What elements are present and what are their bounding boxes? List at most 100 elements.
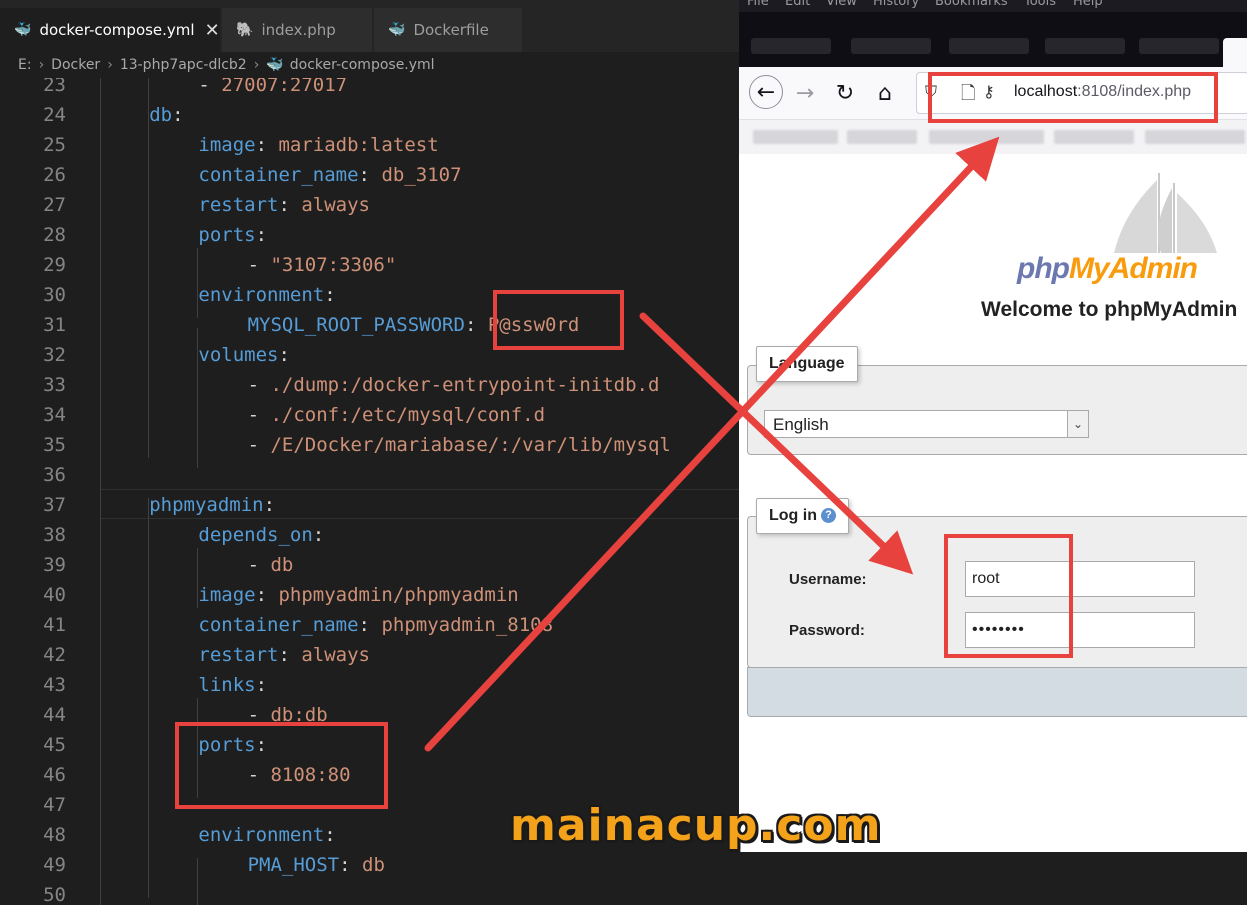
code-text: PMA_HOST: db (248, 850, 385, 880)
browser-tab[interactable] (949, 38, 1029, 54)
code-line[interactable]: 38 depends_on: (0, 520, 739, 550)
code-line[interactable]: 24 db: (0, 100, 739, 130)
yaml-key: restart (198, 644, 279, 666)
menu-edit[interactable]: Edit (785, 0, 810, 9)
code-text: links: (198, 670, 267, 700)
menu-file[interactable]: File (747, 0, 769, 9)
highlight-ports (175, 722, 388, 809)
home-button[interactable]: ⌂ (871, 79, 899, 107)
yaml-punct: : (255, 134, 279, 156)
tab-docker-compose[interactable]: 🐳 docker-compose.yml ✕ (0, 8, 220, 52)
breadcrumb-item[interactable]: 13-php7apc-dlcb2 (120, 57, 247, 73)
browser-tab[interactable] (1139, 38, 1219, 54)
code-text: container_name: db_3107 (198, 160, 461, 190)
code-line[interactable]: 30 environment: (0, 280, 739, 310)
docker-icon: 🐳 (14, 22, 32, 38)
line-number: 45 (43, 734, 66, 756)
line-number: 40 (43, 584, 66, 606)
watermark: mainacup.com (510, 800, 882, 851)
code-line[interactable]: 50 (0, 880, 739, 905)
yaml-key: image (198, 584, 256, 606)
line-number: 33 (43, 374, 66, 396)
chevron-down-icon[interactable]: ⌄ (1067, 411, 1088, 437)
yaml-key: PMA_HOST (247, 854, 340, 876)
breadcrumb-item[interactable]: E: (18, 57, 32, 73)
bookmark-item[interactable] (929, 130, 1044, 144)
yaml-punct: : (358, 614, 382, 636)
breadcrumb-item[interactable]: docker-compose.yml (290, 57, 435, 73)
code-line[interactable]: 31 MYSQL_ROOT_PASSWORD: P@ssw0rd (0, 310, 739, 340)
bookmark-item[interactable] (1145, 130, 1245, 144)
browser-tab[interactable] (751, 38, 831, 54)
menu-bookmarks[interactable]: Bookmarks (935, 0, 1008, 9)
bookmark-item[interactable] (847, 130, 917, 144)
docker-icon: 🐳 (388, 22, 406, 38)
yaml-key: MYSQL_ROOT_PASSWORD (247, 314, 465, 336)
menu-view[interactable]: View (826, 0, 857, 9)
line-number: 44 (43, 704, 66, 726)
code-line[interactable]: 32 volumes: (0, 340, 739, 370)
line-number: 48 (43, 824, 66, 846)
yaml-punct: - (247, 374, 271, 396)
code-line[interactable]: 29 - "3107:3306" (0, 250, 739, 280)
line-number: 30 (43, 284, 66, 306)
code-line[interactable]: 49 PMA_HOST: db (0, 850, 739, 880)
code-line[interactable]: 41 container_name: phpmyadmin_8108 (0, 610, 739, 640)
yaml-key: db (149, 104, 173, 126)
code-line[interactable]: 25 image: mariadb:latest (0, 130, 739, 160)
tab-label: Dockerfile (413, 21, 489, 39)
indent-guide (197, 858, 198, 905)
line-number: 46 (43, 764, 66, 786)
browser-tab[interactable] (851, 38, 931, 54)
code-line[interactable]: 39 - db (0, 550, 739, 580)
bookmark-item[interactable] (1054, 130, 1134, 144)
language-select[interactable]: English ⌄ (764, 410, 1089, 438)
code-line[interactable]: 26 container_name: db_3107 (0, 160, 739, 190)
code-line[interactable]: 37 phpmyadmin: (0, 490, 739, 520)
breadcrumb-item[interactable]: Docker (51, 57, 100, 73)
code-line[interactable]: 35 - /E/Docker/mariabase/:/var/lib/mysql (0, 430, 739, 460)
yaml-key: links (198, 674, 256, 696)
code-line[interactable]: 43 links: (0, 670, 739, 700)
code-line[interactable]: 33 - ./dump:/docker-entrypoint-initdb.d (0, 370, 739, 400)
line-number: 31 (43, 314, 66, 336)
highlight-credentials (944, 534, 1073, 658)
chevron-right-icon: › (38, 57, 45, 73)
code-line[interactable]: 23 - 27007:27017 (0, 78, 739, 100)
yaml-punct: : (172, 104, 184, 126)
bookmark-item[interactable] (753, 130, 838, 144)
tab-index-php[interactable]: 🐘 index.php (222, 8, 372, 52)
line-number: 36 (43, 464, 66, 486)
code-line[interactable]: 28 ports: (0, 220, 739, 250)
page-title: Welcome to phpMyAdmin (981, 298, 1238, 321)
login-legend: Log in? (756, 498, 849, 534)
menu-tools[interactable]: Tools (1024, 0, 1056, 9)
yaml-punct: - (247, 404, 271, 426)
reload-button[interactable]: ↻ (831, 79, 859, 107)
yaml-value: db_3107 (381, 164, 462, 186)
indent-guide (197, 328, 198, 468)
line-number: 29 (43, 254, 66, 276)
code-line[interactable]: 27 restart: always (0, 190, 739, 220)
tab-dockerfile[interactable]: 🐳 Dockerfile (374, 8, 522, 52)
indent-guide (197, 248, 198, 318)
close-icon[interactable]: ✕ (205, 20, 220, 41)
menu-history[interactable]: History (873, 0, 919, 9)
yaml-punct: - (247, 254, 271, 276)
forward-button[interactable]: → (791, 79, 819, 107)
editor-tab-bar: 🐳 docker-compose.yml ✕ 🐘 index.php 🐳 Doc… (0, 0, 739, 52)
code-line[interactable]: 42 restart: always (0, 640, 739, 670)
code-line[interactable]: 40 image: phpmyadmin/phpmyadmin (0, 580, 739, 610)
code-text: phpmyadmin: (149, 490, 275, 520)
code-text: - db (248, 550, 294, 580)
code-text: depends_on: (198, 520, 324, 550)
code-text: image: phpmyadmin/phpmyadmin (198, 580, 518, 610)
yaml-punct: - (247, 554, 271, 576)
code-text: environment: (198, 280, 335, 310)
code-line[interactable]: 34 - ./conf:/etc/mysql/conf.d (0, 400, 739, 430)
browser-tab[interactable] (1045, 38, 1125, 54)
back-button[interactable]: ← (749, 75, 783, 109)
code-line[interactable]: 36 (0, 460, 739, 490)
help-icon[interactable]: ? (820, 508, 836, 524)
menu-help[interactable]: Help (1073, 0, 1103, 9)
